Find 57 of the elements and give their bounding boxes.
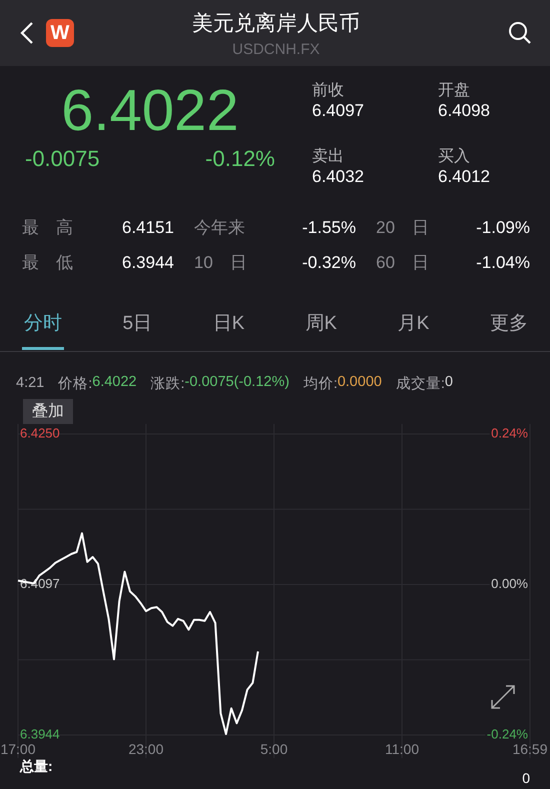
field-label: 前收	[312, 81, 345, 101]
volume-value: 0	[522, 770, 530, 788]
field-label: 卖出	[312, 146, 345, 167]
stat-label: 最 高	[22, 217, 74, 239]
stat-value: -1.04%	[475, 252, 530, 272]
info-label: 成交量:	[396, 374, 445, 392]
time-label: 4:21	[16, 375, 44, 391]
x-axis-label: 17:00	[0, 741, 36, 757]
field-value: 6.4032	[312, 167, 365, 187]
volume-label: 总量:	[20, 758, 53, 776]
y-axis-label: 6.4250	[20, 425, 60, 440]
field-value: 6.4097	[312, 101, 365, 121]
info-label: 价格:	[58, 374, 92, 392]
search-icon[interactable]	[508, 21, 532, 45]
field-value: 6.4012	[438, 167, 491, 187]
info-value: 6.4022	[92, 374, 137, 392]
percent-axis-label: -0.24%	[486, 726, 528, 742]
chart-tab[interactable]: 周K	[303, 304, 339, 350]
stat-label: 今年来	[193, 217, 246, 239]
field-label: 买入	[438, 146, 471, 167]
chart-tab[interactable]: 更多	[488, 304, 530, 350]
chart-tab[interactable]: 日K	[210, 304, 247, 350]
stat-label: 最 低	[22, 252, 74, 274]
stat-value: -0.32%	[301, 252, 356, 272]
stat-value: 6.3944	[121, 252, 174, 272]
chart-tab[interactable]: 5日	[120, 304, 154, 350]
stat-value: 6.4151	[121, 218, 174, 238]
stat-label: 10 日	[193, 252, 248, 274]
expand-icon[interactable]	[491, 685, 515, 709]
app-logo[interactable]: W	[46, 19, 74, 47]
info-value: 0.0000	[337, 374, 382, 392]
percent-axis-label: 0.00%	[491, 576, 528, 591]
x-axis-label: 23:00	[128, 741, 164, 757]
back-icon[interactable]	[20, 21, 34, 45]
stat-label: 60 日	[375, 252, 430, 274]
x-axis-label: 11:00	[385, 741, 419, 757]
info-value: 0	[444, 374, 453, 392]
symbol-code: USDCNH.FX	[232, 40, 320, 58]
info-value: -0.0075(-0.12%)	[184, 374, 290, 392]
chart-tab[interactable]: 分时	[22, 304, 64, 350]
y-axis-label: 6.3944	[20, 726, 60, 742]
info-label: 均价:	[303, 374, 338, 392]
percent-change: -0.12%	[205, 146, 275, 172]
stat-label: 20 日	[375, 217, 430, 239]
price-change: -0.0075	[25, 146, 100, 172]
field-label: 开盘	[438, 81, 471, 101]
stat-value: -1.55%	[301, 218, 356, 238]
current-price: 6.4022	[61, 80, 239, 142]
percent-axis-label: 0.24%	[491, 425, 528, 440]
chart-tab[interactable]: 月K	[396, 304, 432, 350]
stat-value: -1.09%	[475, 218, 530, 238]
page-title: 美元兑离岸人民币	[192, 10, 360, 36]
field-value: 6.4098	[438, 101, 491, 121]
overlay-button[interactable]: 叠加	[23, 398, 73, 424]
x-axis-label: 5:00	[260, 741, 288, 757]
x-axis-label: 16:59	[512, 741, 548, 757]
info-label: 涨跌:	[150, 374, 185, 392]
